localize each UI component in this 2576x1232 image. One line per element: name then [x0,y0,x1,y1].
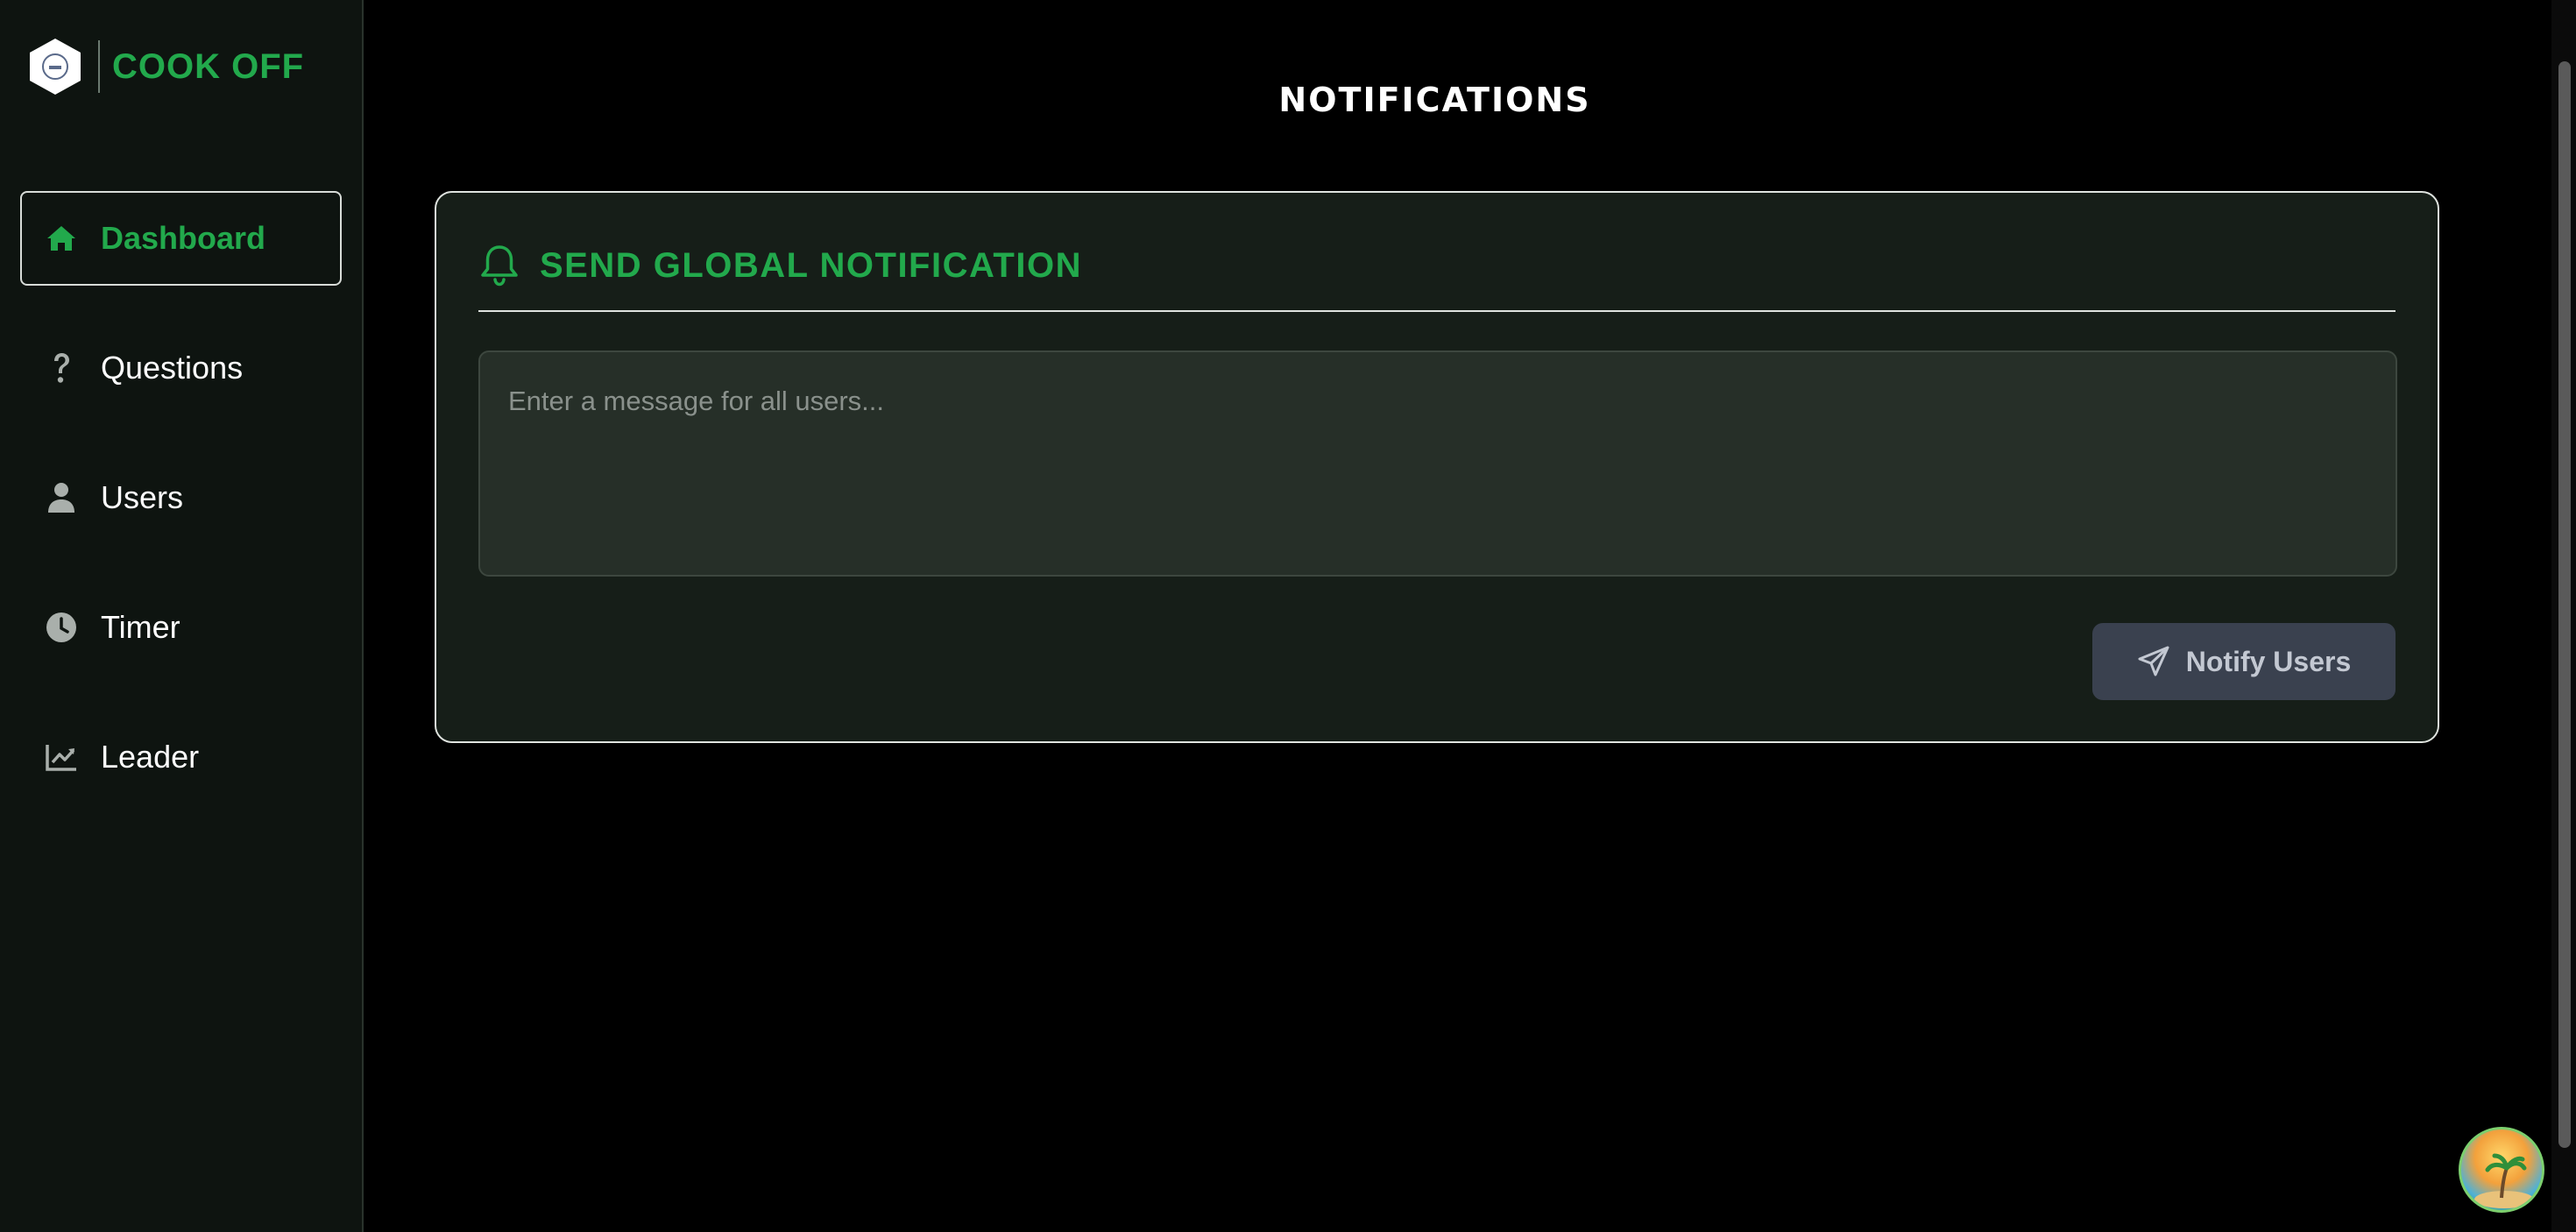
home-icon [45,222,78,255]
sidebar: COOK OFF Dashboard Questions Users Timer [0,0,364,1232]
notification-card: SEND GLOBAL NOTIFICATION Notify Users [435,191,2439,743]
question-icon [45,351,78,385]
sidebar-item-label: Leader [101,739,200,775]
sidebar-item-timer[interactable]: Timer [20,580,342,675]
user-icon [45,481,78,514]
sidebar-item-label: Dashboard [101,220,266,256]
sidebar-item-label: Timer [101,609,180,645]
scrollbar[interactable] [2551,0,2576,1232]
sidebar-item-label: Users [101,479,184,515]
clock-icon [45,611,78,644]
card-title: SEND GLOBAL NOTIFICATION [540,245,1082,285]
brand-divider [98,40,100,93]
card-header: SEND GLOBAL NOTIFICATION [478,238,2396,312]
chart-line-icon [45,740,78,774]
bell-icon [478,243,520,288]
page-title: NOTIFICATIONS [1278,81,1591,119]
sidebar-item-label: Questions [101,350,244,386]
message-input[interactable] [478,350,2397,577]
logo-icon [30,39,81,95]
sidebar-item-dashboard[interactable]: Dashboard [20,191,342,286]
notify-users-button[interactable]: Notify Users [2092,623,2396,700]
assistant-avatar-button[interactable] [2459,1127,2544,1213]
send-icon [2138,646,2169,676]
sidebar-nav: Dashboard Questions Users Timer Leader [20,191,342,839]
sidebar-item-leader[interactable]: Leader [20,710,342,804]
brand[interactable]: COOK OFF [30,39,304,95]
brand-name: COOK OFF [112,46,305,86]
notify-users-label: Notify Users [2185,645,2352,677]
sidebar-item-users[interactable]: Users [20,450,342,545]
scroll-thumb[interactable] [2558,61,2571,1148]
palm-island-icon [2474,1153,2534,1208]
sidebar-item-questions[interactable]: Questions [20,321,342,415]
